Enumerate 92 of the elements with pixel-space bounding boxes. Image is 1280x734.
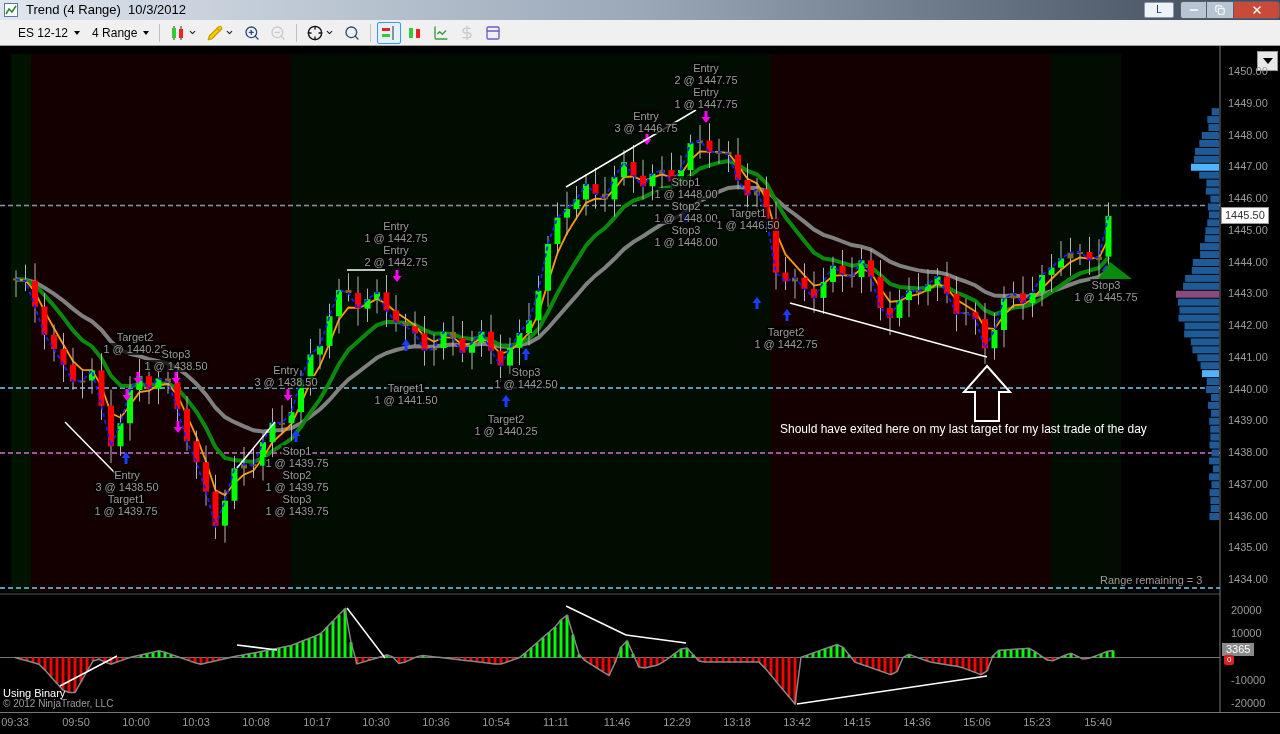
trade-detail: 1 @ 1442.50: [493, 378, 559, 390]
trade-detail: 1 @ 1440.25: [473, 425, 539, 437]
trade-label: Stop2: [281, 469, 313, 481]
time-tick: 10:17: [303, 717, 331, 728]
price-tick: 1444.00: [1228, 256, 1268, 268]
time-tick: 15:06: [963, 717, 991, 728]
trade-detail: 1 @ 1442.75: [753, 338, 819, 350]
price-tick: 1448.00: [1228, 129, 1268, 141]
trade-detail: 1 @ 1439.75: [264, 481, 330, 493]
trade-detail: 1 @ 1438.50: [143, 360, 209, 372]
indicator-value-tag: 3365: [1222, 643, 1255, 656]
trade-detail: 1 @ 1441.50: [373, 394, 439, 406]
trade-detail: 1 @ 1442.75: [363, 232, 429, 244]
trade-label: Entry: [382, 244, 410, 256]
time-tick: 13:42: [783, 717, 811, 728]
period-dropdown[interactable]: 4 Range: [88, 21, 154, 44]
trade-label: Entry: [382, 220, 410, 232]
range-remaining: Range remaining = 3: [1100, 575, 1203, 586]
indicator-tick: 10000: [1231, 628, 1262, 639]
price-tick: 1441.00: [1228, 351, 1268, 363]
time-tick: 11:46: [603, 717, 631, 728]
time-tick: 10:30: [362, 717, 390, 728]
copyright: © 2012 NinjaTrader, LLC: [3, 699, 114, 709]
trade-detail: 1 @ 1439.75: [264, 505, 330, 517]
price-tick: 1438.00: [1228, 447, 1268, 458]
trade-label: Entry: [113, 469, 141, 481]
zero-marker: 0: [1224, 655, 1235, 665]
time-tick: 09:33: [1, 717, 29, 728]
price-tick: 1440.00: [1228, 383, 1268, 395]
trade-detail: 3 @ 1438.50: [253, 376, 319, 388]
trade-label: Target1: [106, 493, 146, 505]
trade-label: Stop3: [281, 493, 313, 505]
time-tick: 14:36: [903, 717, 931, 728]
trade-label: Target2: [766, 326, 806, 338]
window-title: Trend (4 Range) 10/3/2012: [26, 1, 186, 20]
trade-detail: 2 @ 1442.75: [363, 256, 429, 268]
time-tick: 10:08: [242, 717, 270, 728]
time-tick: 14:15: [843, 717, 871, 728]
time-tick: 10:00: [122, 717, 150, 728]
price-tick: 1439.00: [1228, 415, 1268, 427]
price-tick: 1435.00: [1228, 542, 1268, 554]
indicator-tick: 20000: [1231, 605, 1262, 616]
trade-label: Stop2: [670, 200, 702, 212]
trade-label: Stop3: [1090, 279, 1122, 291]
price-tick: 1447.00: [1228, 161, 1268, 173]
instrument-dropdown[interactable]: ES 12-12: [12, 21, 87, 44]
trade-label: Entry: [632, 110, 660, 122]
trade-detail: 1 @ 1439.75: [264, 457, 330, 469]
trade-detail: 3 @ 1438.50: [94, 481, 160, 493]
trade-label: Target1: [386, 382, 426, 394]
trade-detail: 2 @ 1447.75: [673, 74, 739, 86]
time-tick: 11:11: [543, 717, 569, 728]
trade-detail: 1 @ 1448.00: [653, 236, 719, 248]
time-tick: 10:03: [182, 717, 210, 728]
time-tick: 12:29: [663, 717, 691, 728]
price-tick: 1434.00: [1228, 574, 1268, 585]
trade-detail: 1 @ 1448.00: [653, 188, 719, 200]
time-tick: 15:40: [1084, 717, 1112, 728]
layout-button[interactable]: L: [1144, 2, 1174, 18]
trade-detail: 1 @ 1447.75: [673, 98, 739, 110]
price-tick: 1450.00: [1228, 66, 1268, 77]
price-tick: 1445.00: [1228, 224, 1268, 236]
last-price-tag: 1445.50: [1221, 207, 1269, 224]
time-tick: 15:23: [1023, 717, 1051, 728]
price-tick: 1436.00: [1228, 510, 1268, 522]
indicator-label: Using Binary: [3, 688, 66, 699]
trade-detail: 1 @ 1446.50: [715, 219, 781, 231]
annotation-note: Should have exited here on my last target for my last trade of the day: [780, 423, 1147, 435]
price-tick: 1443.00: [1228, 288, 1268, 300]
trade-label: Target2: [115, 331, 155, 343]
trade-detail: 1 @ 1445.75: [1073, 291, 1139, 303]
trade-detail: 1 @ 1439.75: [93, 505, 159, 517]
price-tick: 1449.00: [1228, 97, 1268, 109]
trade-label: Entry: [692, 62, 720, 74]
trade-label: Target2: [486, 413, 526, 425]
trade-label: Stop3: [510, 366, 542, 378]
price-tick: 1437.00: [1228, 478, 1268, 490]
time-tick: 13:18: [723, 717, 751, 728]
trade-label: Stop1: [281, 445, 313, 457]
trade-label: Entry: [692, 86, 720, 98]
indicator-tick: -20000: [1231, 698, 1266, 709]
trade-label: Stop3: [670, 224, 702, 236]
time-tick: 10:36: [422, 717, 450, 728]
price-tick: 1446.00: [1228, 193, 1268, 204]
trade-label: Target1: [728, 207, 768, 219]
indicator-tick: -10000: [1231, 675, 1266, 686]
time-tick: 09:50: [62, 717, 90, 728]
trade-label: Entry: [272, 364, 300, 376]
price-tick: 1442.00: [1228, 320, 1268, 331]
trade-detail: 3 @ 1446.75: [613, 122, 679, 134]
time-tick: 10:54: [482, 717, 510, 728]
trade-label: Stop1: [670, 176, 702, 188]
